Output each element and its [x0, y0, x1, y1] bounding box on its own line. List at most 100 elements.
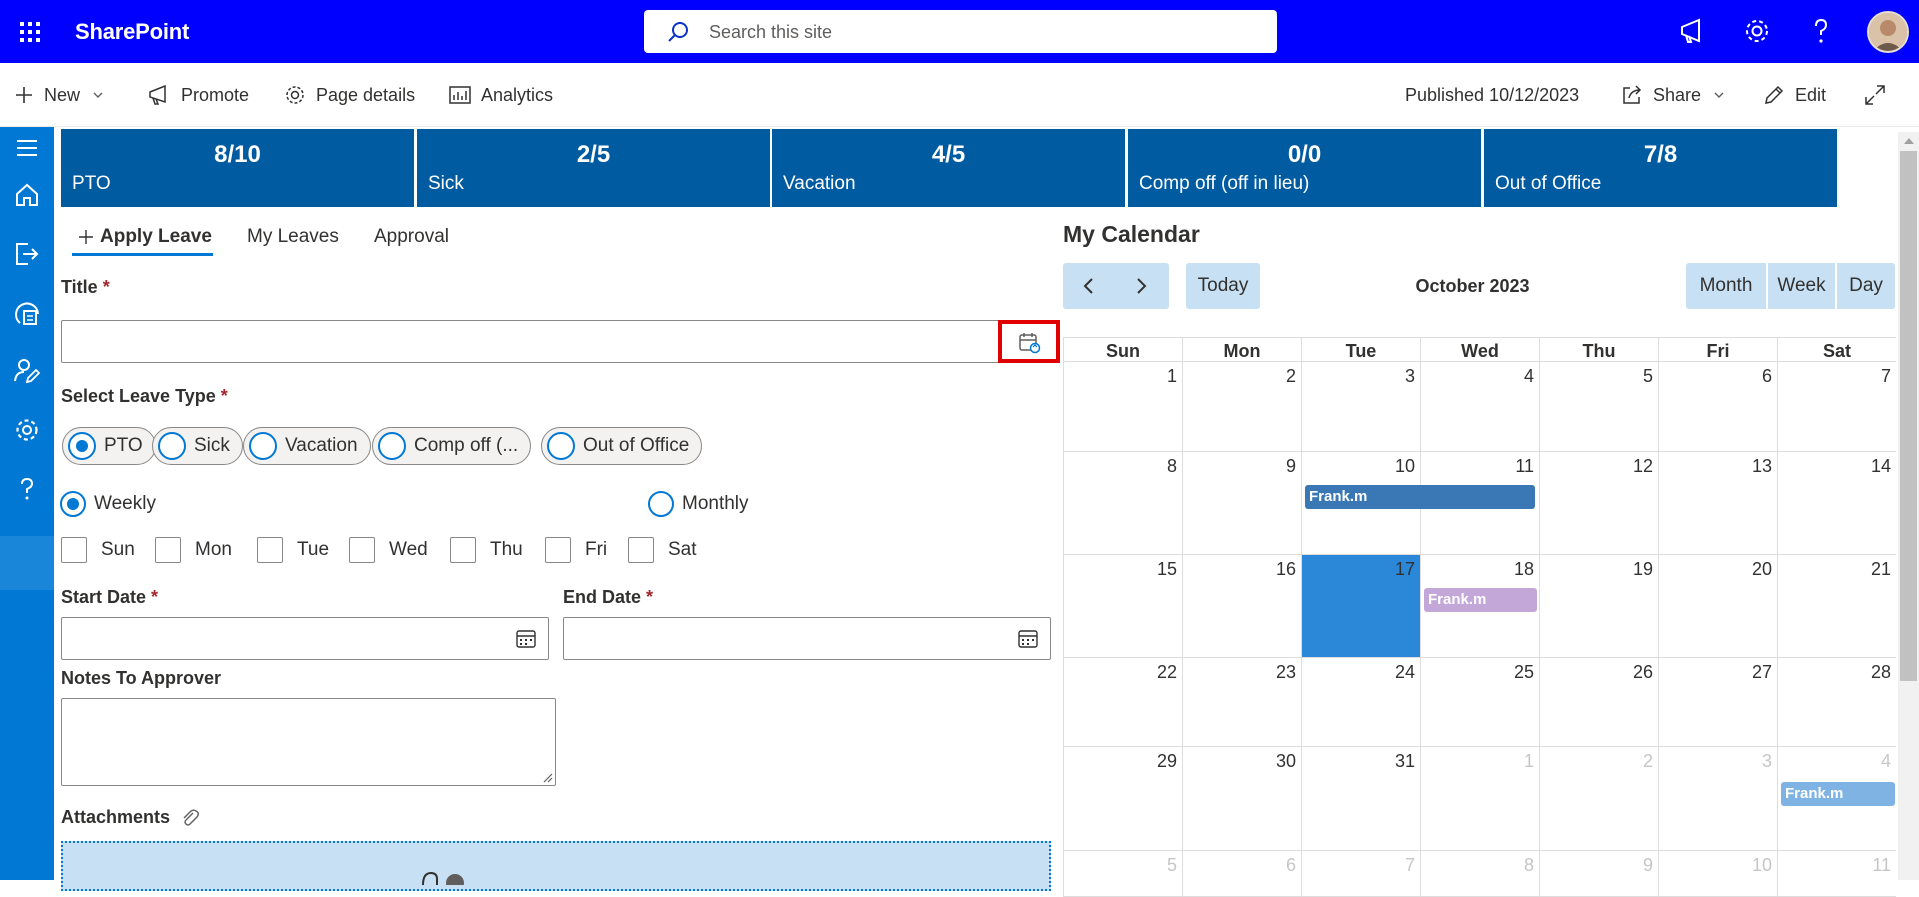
brand-title[interactable]: SharePoint	[75, 19, 189, 45]
weekly-label: Weekly	[94, 493, 156, 514]
calendar-day-cell[interactable]: 2	[1539, 747, 1658, 851]
view-day-button[interactable]: Day	[1837, 263, 1895, 309]
analytics-button[interactable]: Analytics	[449, 81, 553, 109]
expand-button[interactable]	[1864, 81, 1896, 109]
calendar-day-cell[interactable]: 8	[1420, 851, 1539, 897]
chevron-right-icon[interactable]	[1131, 276, 1151, 296]
calendar-day-cell[interactable]: 6	[1182, 851, 1301, 897]
title-input[interactable]	[61, 320, 1060, 363]
tab-apply-leave[interactable]: Apply Leave	[78, 226, 212, 248]
day-checkbox-mon[interactable]: Mon	[155, 537, 232, 563]
calendar-icon[interactable]	[1018, 629, 1038, 649]
help-icon[interactable]	[12, 474, 42, 504]
view-week-button[interactable]: Week	[1768, 263, 1835, 309]
home-icon[interactable]	[12, 180, 42, 210]
attachments-label-text: Attachments	[61, 807, 171, 827]
gear-icon[interactable]	[12, 415, 42, 445]
calendar-day-cell[interactable]: 23	[1182, 658, 1301, 747]
calendar-day-cell[interactable]: 22	[1063, 658, 1182, 747]
end-date-input[interactable]	[563, 617, 1051, 660]
document-settings-icon[interactable]	[12, 298, 42, 328]
calendar-day-cell[interactable]: 5	[1063, 851, 1182, 897]
hamburger-icon[interactable]	[12, 133, 42, 163]
resize-grip-icon[interactable]	[541, 771, 553, 783]
calendar-day-cell[interactable]: 11	[1777, 851, 1896, 897]
calendar-day-cell[interactable]: 12	[1539, 452, 1658, 555]
calendar-day-cell[interactable]: 10	[1658, 851, 1777, 897]
calendar-day-cell[interactable]: 8	[1063, 452, 1182, 555]
day-checkbox-wed[interactable]: Wed	[349, 537, 428, 563]
leave-type-pto[interactable]: PTO	[62, 427, 156, 465]
calendar-day-cell[interactable]: 27	[1658, 658, 1777, 747]
leave-type-sick[interactable]: Sick	[152, 427, 243, 465]
leave-type-vacation[interactable]: Vacation	[243, 427, 371, 465]
scroll-up-arrow-icon[interactable]	[1903, 137, 1915, 145]
plus-icon	[16, 87, 32, 103]
calendar-day-cell[interactable]: 9	[1182, 452, 1301, 555]
calendar-day-cell[interactable]: 31	[1301, 747, 1420, 851]
user-edit-icon[interactable]	[12, 356, 42, 386]
new-button[interactable]: New	[14, 81, 114, 109]
calendar-day-cell[interactable]: 24	[1301, 658, 1420, 747]
chevron-left-icon[interactable]	[1079, 276, 1099, 296]
calendar-day-cell[interactable]: 7	[1777, 362, 1896, 452]
day-checkbox-tue[interactable]: Tue	[257, 537, 329, 563]
calendar-day-cell[interactable]: 20	[1658, 555, 1777, 658]
calendar-day-cell[interactable]: 3	[1301, 362, 1420, 452]
day-checkbox-sat[interactable]: Sat	[628, 537, 697, 563]
calendar-sync-button[interactable]	[998, 320, 1060, 363]
calendar-day-cell[interactable]: 16	[1182, 555, 1301, 658]
promote-button[interactable]: Promote	[147, 81, 249, 109]
calendar-day-number: 28	[1870, 662, 1891, 682]
scrollbar-thumb[interactable]	[1900, 151, 1917, 681]
calendar-event[interactable]: Frank.m	[1305, 485, 1535, 509]
calendar-day-cell[interactable]: 6	[1658, 362, 1777, 452]
attachment-dropzone[interactable]	[61, 841, 1051, 891]
calendar-day-cell[interactable]: 4	[1420, 362, 1539, 452]
calendar-day-cell[interactable]: 7	[1301, 851, 1420, 897]
tab-my-leaves[interactable]: My Leaves	[247, 226, 339, 248]
calendar-day-cell[interactable]: 2	[1182, 362, 1301, 452]
edit-button[interactable]: Edit	[1763, 81, 1826, 109]
calendar-day-cell[interactable]: 15	[1063, 555, 1182, 658]
calendar-day-cell[interactable]: 5	[1539, 362, 1658, 452]
calendar-day-cell[interactable]: 14	[1777, 452, 1896, 555]
calendar-icon[interactable]	[516, 629, 536, 649]
avatar[interactable]	[1867, 11, 1909, 53]
calendar-day-cell[interactable]: 9	[1539, 851, 1658, 897]
help-icon[interactable]	[1805, 15, 1839, 49]
gear-icon[interactable]	[1741, 15, 1775, 49]
day-checkbox-thu[interactable]: Thu	[450, 537, 523, 563]
calendar-day-cell[interactable]: 13	[1658, 452, 1777, 555]
day-checkbox-fri[interactable]: Fri	[545, 537, 607, 563]
calendar-day-cell[interactable]: 29	[1063, 747, 1182, 851]
page-details-button[interactable]: Page details	[284, 81, 415, 109]
calendar-day-cell[interactable]: 25	[1420, 658, 1539, 747]
calendar-day-cell[interactable]: 30	[1182, 747, 1301, 851]
weekly-option[interactable]: Weekly	[60, 491, 156, 517]
monthly-option[interactable]: Monthly	[648, 491, 749, 517]
share-button[interactable]: Share	[1621, 81, 1735, 109]
leave-type-out-of-office[interactable]: Out of Office	[541, 427, 703, 465]
search-input[interactable]: Search this site	[644, 10, 1277, 53]
calendar-day-cell[interactable]: 1	[1420, 747, 1539, 851]
leave-type-comp-off[interactable]: Comp off (...	[372, 427, 532, 465]
calendar-day-cell[interactable]: 26	[1539, 658, 1658, 747]
calendar-day-cell[interactable]: 21	[1777, 555, 1896, 658]
megaphone-icon[interactable]	[1677, 15, 1711, 49]
today-button[interactable]: Today	[1186, 263, 1260, 309]
calendar-day-cell[interactable]: 28	[1777, 658, 1896, 747]
calendar-day-cell[interactable]: 19	[1539, 555, 1658, 658]
calendar-event[interactable]: Frank.m	[1781, 782, 1895, 806]
tab-approval[interactable]: Approval	[374, 226, 449, 248]
calendar-day-cell[interactable]: 1	[1063, 362, 1182, 452]
sign-out-icon[interactable]	[12, 239, 42, 269]
view-month-button[interactable]: Month	[1686, 263, 1766, 309]
calendar-event[interactable]: Frank.m	[1424, 588, 1537, 612]
day-checkbox-sun[interactable]: Sun	[61, 537, 135, 563]
start-date-input[interactable]	[61, 617, 549, 660]
notes-textarea[interactable]	[61, 698, 556, 786]
calendar-day-cell[interactable]: 17	[1301, 555, 1420, 658]
waffle-icon[interactable]	[14, 16, 50, 48]
calendar-day-cell[interactable]: 3	[1658, 747, 1777, 851]
